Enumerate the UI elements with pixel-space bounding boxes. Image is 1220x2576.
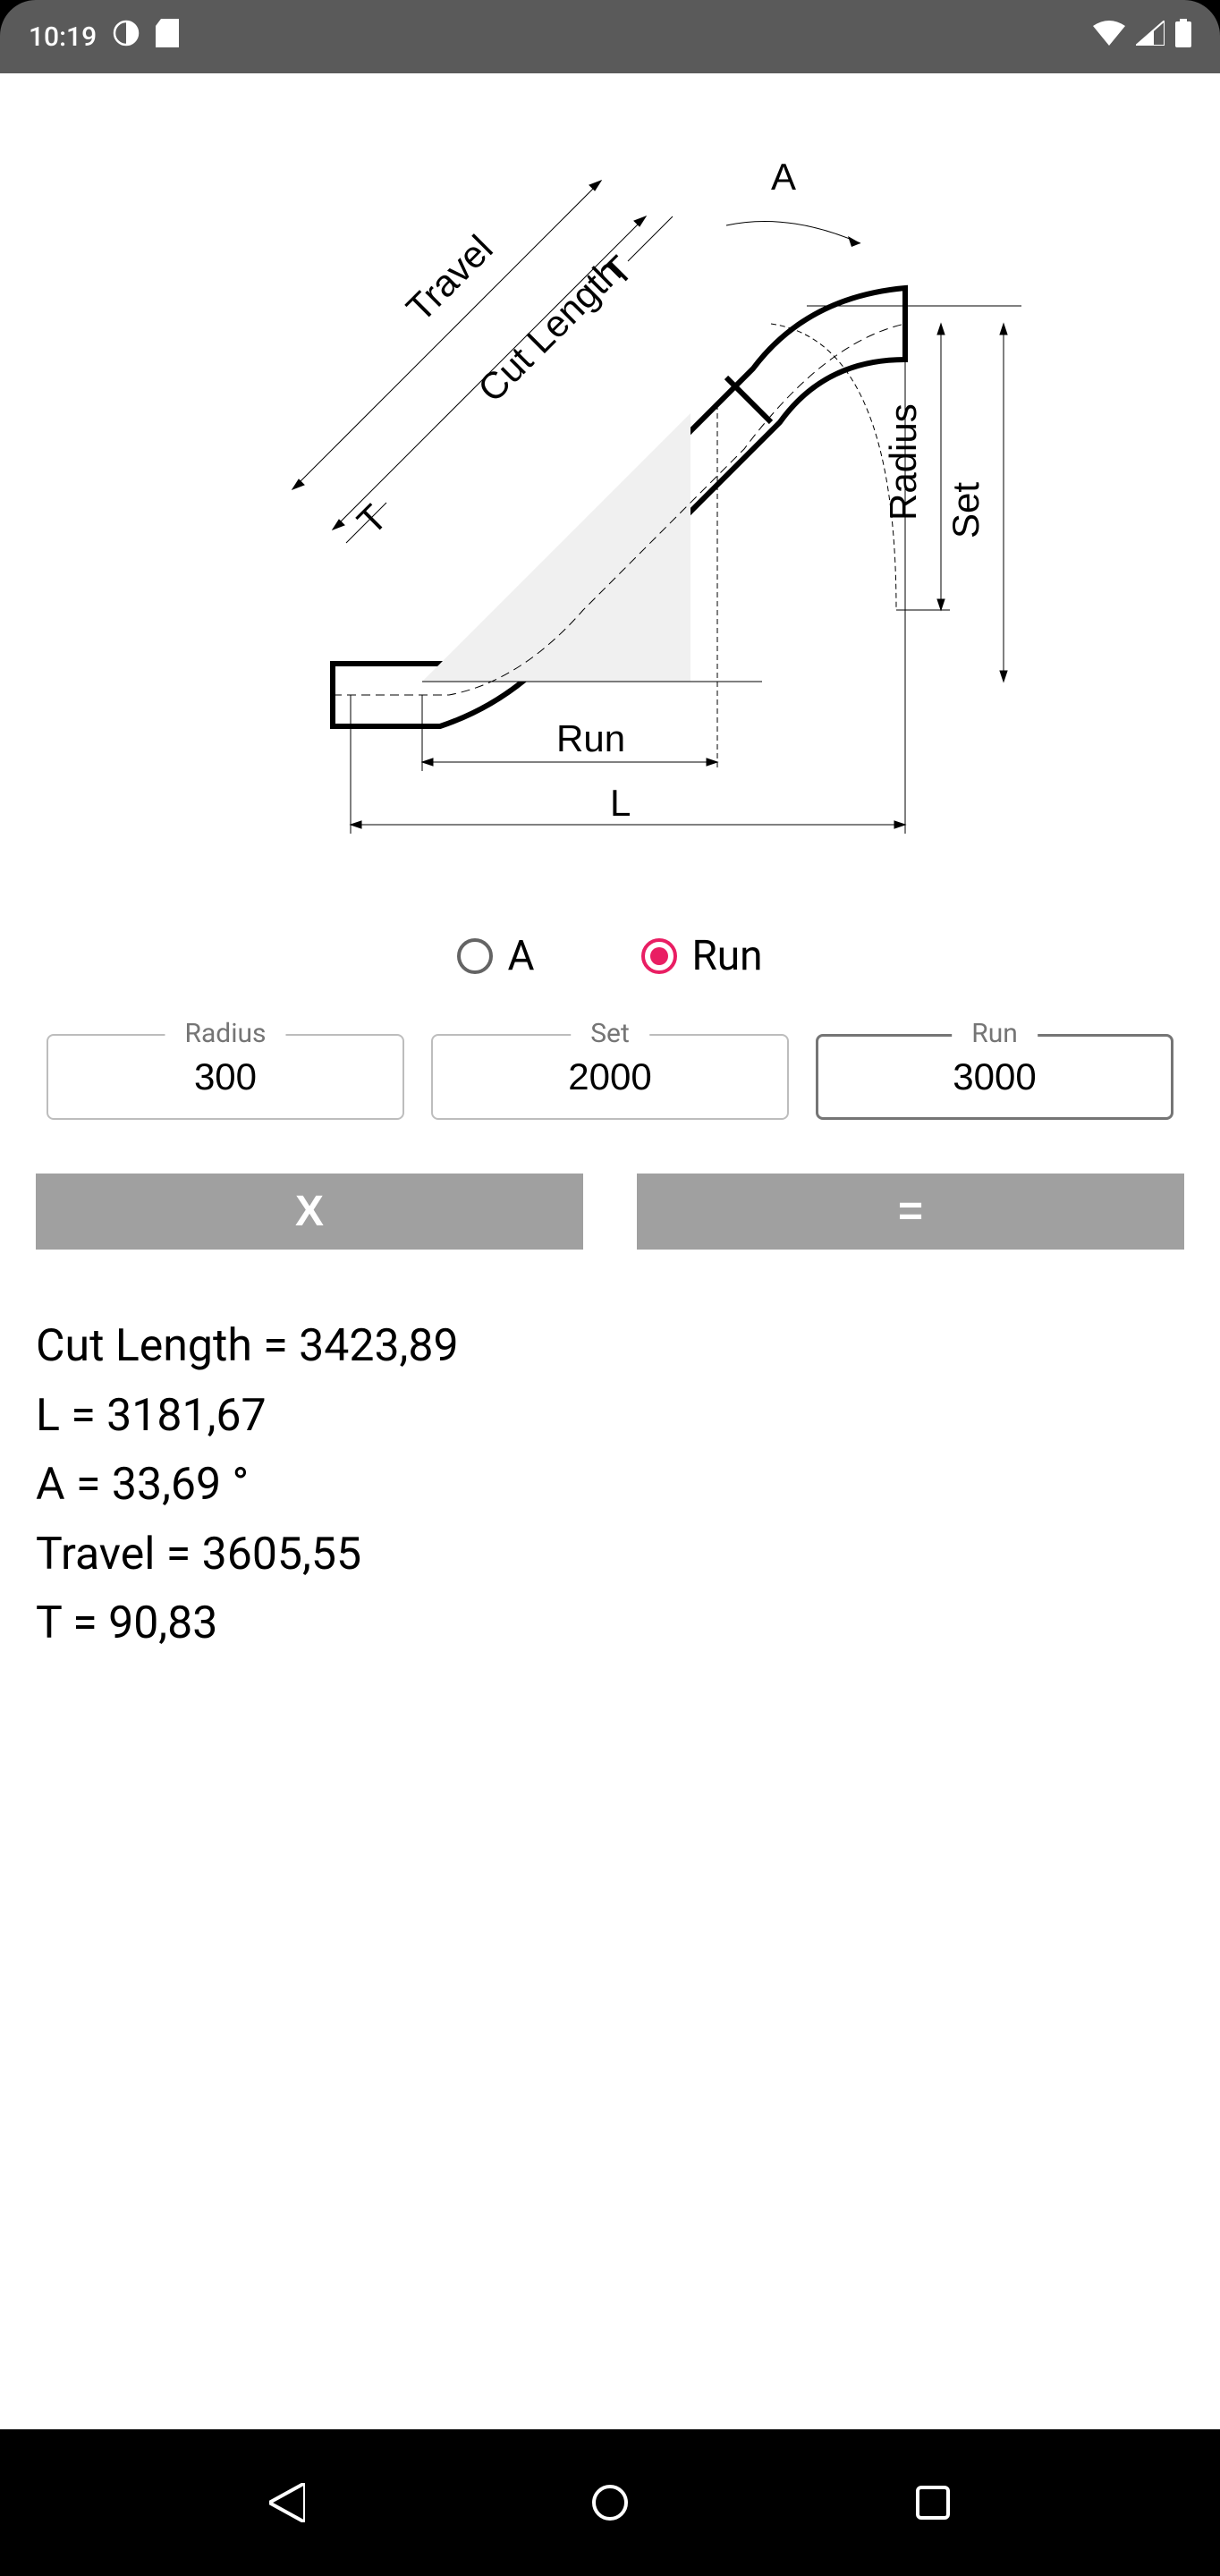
equals-button[interactable]: =	[637, 1174, 1184, 1250]
nav-home[interactable]	[574, 2467, 646, 2538]
wifi-icon	[1093, 21, 1125, 53]
field-radius: Radius	[47, 1034, 404, 1120]
label-radius: Radius	[165, 1018, 285, 1049]
diagram-label-t1: T	[349, 496, 394, 542]
diagram-label-run: Run	[556, 717, 625, 759]
clear-button[interactable]: X	[36, 1174, 583, 1250]
radio-a[interactable]: A	[457, 932, 534, 980]
result-travel: Travel = 3605,55	[36, 1521, 1184, 1590]
diagram-label-travel: Travel	[398, 227, 501, 330]
field-run: Run	[816, 1034, 1173, 1120]
status-bar: 10:19	[0, 0, 1220, 73]
diagram-label-l: L	[610, 782, 631, 824]
signal-icon	[1136, 21, 1165, 53]
battery-icon	[1175, 19, 1191, 55]
sd-card-icon	[156, 19, 179, 55]
field-set: Set	[431, 1034, 789, 1120]
radio-run-label: Run	[691, 932, 762, 980]
diagram-label-a: A	[771, 156, 796, 198]
diagram-label-set: Set	[945, 482, 987, 538]
results: Cut Length = 3423,89 L = 3181,67 A = 33,…	[36, 1312, 1184, 1659]
diagram: Travel Cut Length T T A Radius Set Run L	[36, 109, 1184, 896]
result-l: L = 3181,67	[36, 1382, 1184, 1452]
result-cutlength: Cut Length = 3423,89	[36, 1312, 1184, 1382]
radio-group: A Run	[36, 932, 1184, 980]
nav-back[interactable]	[251, 2467, 323, 2538]
result-a: A = 33,69 °	[36, 1451, 1184, 1521]
contrast-icon	[113, 20, 140, 54]
label-run: Run	[952, 1018, 1038, 1049]
label-set: Set	[571, 1018, 649, 1049]
nav-recent[interactable]	[897, 2467, 969, 2538]
radio-a-label: A	[507, 932, 534, 980]
radio-run[interactable]: Run	[641, 932, 762, 980]
nav-bar	[0, 2429, 1220, 2576]
result-t: T = 90,83	[36, 1589, 1184, 1659]
status-time: 10:19	[29, 21, 97, 53]
diagram-label-radius: Radius	[882, 403, 924, 521]
